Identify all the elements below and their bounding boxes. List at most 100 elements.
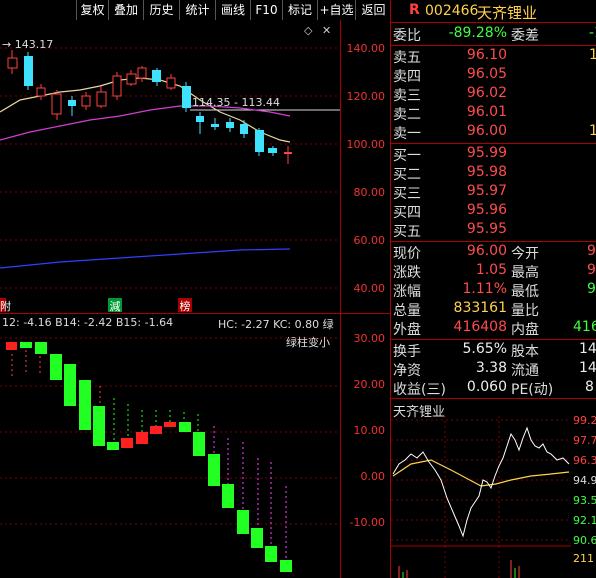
quote-row: 外盘 416408 内盘 416 — [391, 319, 596, 338]
toolbar-button-f10[interactable]: F10 — [250, 0, 282, 20]
indicator-axis-label: 20.00 — [353, 378, 386, 391]
buy-row: 买一 95.99 — [391, 145, 596, 164]
toolbar-button-zixuan[interactable]: +自选 — [317, 0, 355, 20]
sell-label: 卖二 — [393, 107, 421, 123]
quote-value: 416 — [573, 319, 596, 335]
mini-chart[interactable]: 99.2 97.7 96.3 94.9 93.5 92.1 90.6 211 — [391, 416, 596, 578]
toolbar-button-fuquan[interactable]: 复权 — [76, 0, 108, 20]
buy-label: 买一 — [393, 148, 421, 164]
sell-price: 96.10 — [466, 47, 507, 63]
marker-bang[interactable]: 榜 — [178, 298, 192, 313]
axis-label: 80.00 — [353, 186, 386, 199]
buy-price: 95.97 — [466, 183, 507, 199]
stats-label: 收益(三) — [393, 382, 446, 398]
toolbar-button-biaoji[interactable]: 标记 — [282, 0, 317, 20]
sell-price: 96.01 — [466, 104, 507, 120]
indicator-axis-label: -10.00 — [349, 516, 385, 529]
indicator-axis-label: 0.00 — [360, 470, 386, 483]
axis-label: 120.00 — [346, 90, 386, 103]
mini-axis-label: 90.6 — [573, 534, 596, 547]
stats-row: 收益(三) 0.060 PE(动) 8 — [391, 379, 596, 398]
indicator-chart[interactable]: 12: -4.16 B14: -2.42 B15: -1.64 HC: -2.2… — [0, 314, 340, 578]
stats-value: 14 — [579, 341, 596, 357]
close-icon: ✕ — [322, 24, 331, 37]
stats-label: 净资 — [393, 363, 421, 379]
diamond-icon: ◇ — [304, 24, 313, 37]
buy-row: 买五 95.95 — [391, 221, 596, 240]
quote-row: 总量 833161 量比 — [391, 300, 596, 319]
sell-row: 卖四 96.05 — [391, 66, 596, 85]
buy-row: 买三 95.97 — [391, 183, 596, 202]
stats-row: 换手 5.65% 股本 14 — [391, 341, 596, 360]
stats-label: 换手 — [393, 344, 421, 360]
quote-value: 9 — [587, 262, 596, 278]
stats-value: 0.060 — [466, 379, 507, 395]
buy-price: 95.96 — [466, 202, 507, 218]
buy-label: 买四 — [393, 205, 421, 221]
buy-price: 95.95 — [466, 221, 507, 237]
quote-label: 涨跌 — [393, 265, 421, 281]
sell-row: 卖三 96.02 — [391, 85, 596, 104]
toolbar-button-lishi[interactable]: 历史 — [143, 0, 179, 20]
quote-label: 最低 — [511, 284, 539, 300]
toolbar-button-diejia[interactable]: 叠加 — [108, 0, 143, 20]
mini-axis-label: 93.5 — [573, 494, 596, 507]
mini-axis-label: 97.7 — [573, 434, 596, 447]
high-price-label: → 143.17 — [2, 38, 53, 51]
marker-jian[interactable]: 減 — [108, 298, 122, 313]
mini-axis-label: 94.9 — [573, 474, 596, 487]
mini-axis-label: 99.2 — [573, 416, 596, 427]
buy-label: 买二 — [393, 167, 421, 183]
quote-value: 1.11% — [462, 281, 507, 297]
quote-panel: R 002466 天齐锂业 委比 -89.28% 委差 -1 卖五 96.10 … — [390, 0, 596, 578]
mid-price-label: 114.35 - 113.44 — [192, 96, 280, 109]
toolbar-button-huaxian[interactable]: 画线 — [215, 0, 250, 20]
weibi-row: 委比 -89.28% 委差 -1 — [391, 25, 596, 44]
indicator-axis-label: 10.00 — [353, 424, 386, 437]
toolbar-button-tongji[interactable]: 统计 — [179, 0, 215, 20]
quote-label: 涨幅 — [393, 284, 421, 300]
quote-row: 现价 96.00 今开 9 — [391, 243, 596, 262]
quote-value: 1.05 — [475, 262, 507, 278]
weicha-label: 委差 — [511, 28, 539, 44]
weibi-value: -89.28% — [448, 25, 507, 41]
quote-label: 今开 — [511, 246, 539, 262]
axis-label: 40.00 — [353, 282, 386, 295]
toolbar-button-fanhui[interactable]: 返回 — [355, 0, 391, 20]
sell-price: 96.02 — [466, 85, 507, 101]
kline-svg: ◇ ✕ → 143.17 114.35 - 113.44 — [0, 24, 340, 289]
quote-value: 9 — [587, 243, 596, 259]
quote-label: 量比 — [511, 303, 539, 319]
quote-label: 外盘 — [393, 322, 421, 338]
price-axis: 140.00 120.00 100.00 80.00 60.00 40.00 3… — [340, 20, 391, 578]
quote-label: 内盘 — [511, 322, 539, 338]
quote-value: 96.00 — [466, 243, 507, 259]
quote-value: 416408 — [453, 319, 507, 335]
mini-axis-label: 211 — [573, 552, 594, 565]
quote-label: 总量 — [393, 303, 421, 319]
stock-code: 002466 — [425, 3, 479, 19]
kline-chart[interactable]: ◇ ✕ → 143.17 114.35 - 113.44 附 減 榜 — [0, 20, 340, 314]
quote-value: 833161 — [453, 300, 507, 316]
axis-label: 140.00 — [346, 42, 386, 55]
buy-price: 95.99 — [466, 145, 507, 161]
stock-name[interactable]: 天齐锂业 — [477, 2, 537, 23]
stats-value: 3.38 — [475, 360, 507, 376]
sell-price: 96.05 — [466, 66, 507, 82]
quote-value: 9 — [587, 281, 596, 297]
buy-row: 买二 95.98 — [391, 164, 596, 183]
weibi-label: 委比 — [393, 28, 421, 44]
axis-label: 100.00 — [346, 138, 386, 151]
buy-row: 买四 95.96 — [391, 202, 596, 221]
indicator-svg — [0, 337, 340, 572]
indicator-axis-label: 30.00 — [353, 332, 386, 345]
sell-label: 卖四 — [393, 69, 421, 85]
quote-label: 最高 — [511, 265, 539, 281]
sell-row: 卖一 96.00 1 — [391, 123, 596, 142]
stats-value: 14 — [579, 360, 596, 376]
stats-label: PE(动) — [511, 382, 554, 398]
mini-axis-label: 92.1 — [573, 514, 596, 527]
sell-label: 卖三 — [393, 88, 421, 104]
sell-vol: 1 — [589, 47, 596, 63]
r-icon: R — [409, 2, 420, 18]
